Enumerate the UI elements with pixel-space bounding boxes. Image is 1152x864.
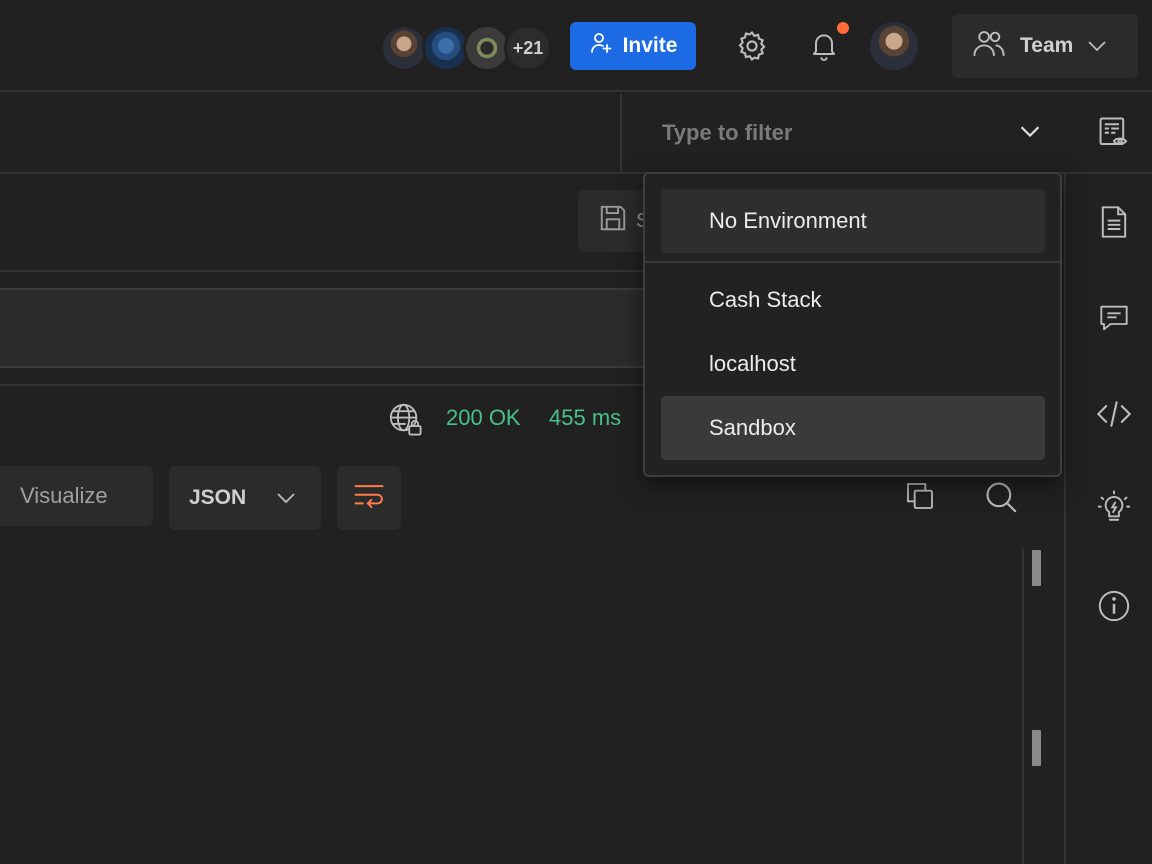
chevron-down-icon — [1087, 34, 1107, 58]
search-icon[interactable] — [984, 480, 1020, 516]
settings-gear-icon[interactable] — [732, 26, 772, 66]
more-collaborators-count[interactable]: +21 — [504, 24, 552, 72]
team-icon — [972, 28, 1006, 64]
divider — [620, 94, 622, 172]
response-format-select[interactable]: JSON — [169, 466, 321, 530]
comments-icon[interactable] — [1094, 298, 1134, 338]
copy-icon[interactable] — [904, 480, 940, 516]
invite-button[interactable]: Invite — [570, 22, 696, 70]
environment-option[interactable]: localhost — [661, 332, 1045, 396]
info-icon[interactable] — [1094, 586, 1134, 626]
environment-option[interactable]: Sandbox — [661, 396, 1045, 460]
lightbulb-icon[interactable] — [1094, 488, 1134, 528]
wrap-lines-icon — [353, 482, 385, 515]
network-globe-lock-icon[interactable] — [388, 402, 424, 436]
response-status[interactable]: 200 OK — [446, 405, 521, 431]
documentation-icon[interactable] — [1094, 202, 1134, 242]
scrollbar-thumb[interactable] — [1032, 550, 1041, 586]
scrollbar-thumb[interactable] — [1032, 730, 1041, 766]
chevron-down-icon[interactable] — [1018, 122, 1046, 146]
environment-dropdown-menu: No Environment Cash Stack localhost Sand… — [643, 172, 1062, 477]
response-body-divider — [1022, 548, 1024, 864]
environment-option[interactable]: No Environment — [661, 189, 1045, 253]
divider — [645, 261, 1060, 263]
format-label: JSON — [189, 486, 247, 509]
visualize-tab[interactable]: Visualize — [0, 466, 153, 526]
divider — [0, 384, 660, 386]
wrap-lines-button[interactable] — [337, 466, 401, 530]
invite-label: Invite — [622, 34, 678, 57]
divider — [0, 270, 660, 272]
team-label: Team — [1020, 34, 1074, 57]
user-avatar[interactable] — [870, 22, 918, 70]
environment-filter-input[interactable] — [662, 118, 942, 148]
environment-quick-look-icon[interactable] — [1094, 112, 1134, 152]
add-user-icon — [589, 31, 613, 61]
environment-bar — [0, 94, 1152, 174]
collaborator-avatar[interactable] — [380, 24, 428, 72]
notification-badge — [837, 22, 849, 34]
response-time[interactable]: 455 ms — [549, 405, 621, 431]
save-icon — [598, 203, 628, 239]
team-switcher[interactable]: Team — [952, 14, 1138, 78]
environment-option[interactable]: Cash Stack — [661, 268, 1045, 332]
chevron-down-icon — [276, 486, 296, 510]
code-icon[interactable] — [1094, 394, 1134, 434]
request-url-bar[interactable] — [0, 288, 660, 368]
